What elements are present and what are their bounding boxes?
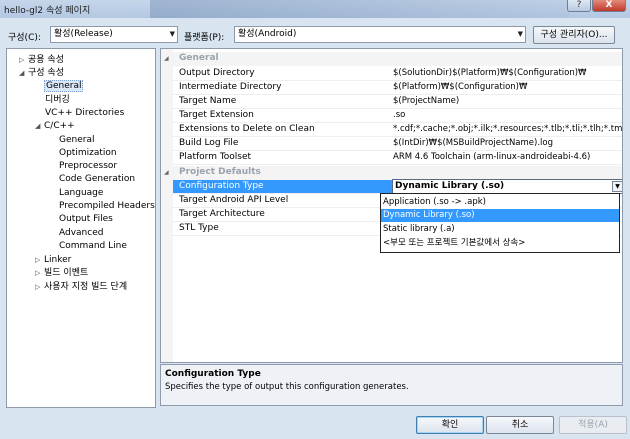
description-panel: Configuration Type Specifies the type of…	[160, 364, 623, 406]
category-project-defaults[interactable]: ◢ Project Defaults	[161, 166, 622, 180]
property-row[interactable]: Target Name $(ProjectName)	[173, 95, 622, 109]
tree-item-language[interactable]: Language	[59, 187, 103, 199]
config-select[interactable]: 활성(Release) ▼	[50, 26, 178, 43]
title-bar-background	[150, 0, 570, 18]
expand-arrow-icon[interactable]: ▷	[19, 54, 28, 66]
config-select-value: 활성(Release)	[54, 29, 113, 39]
tree-item-code-generation[interactable]: Code Generation	[59, 173, 135, 185]
configuration-type-value: Dynamic Library (.so)	[395, 181, 505, 191]
tree-item-output-files[interactable]: Output Files	[59, 213, 113, 225]
configuration-type-select[interactable]: Dynamic Library (.so) ▼	[392, 179, 622, 194]
property-row[interactable]: Extensions to Delete on Clean *.cdf;*.ca…	[173, 123, 622, 137]
collapse-icon[interactable]: ◢	[164, 55, 169, 62]
platform-label: 플랫폼(P):	[184, 33, 225, 43]
property-row[interactable]: Output Directory $(SolutionDir)$(Platfor…	[173, 67, 622, 81]
collapse-icon[interactable]: ◢	[164, 169, 169, 176]
category-title: General	[179, 53, 219, 63]
cancel-button[interactable]: 취소	[486, 416, 554, 434]
chevron-down-icon: ▼	[169, 30, 175, 38]
tree-item-cpp-general[interactable]: General	[59, 134, 94, 146]
configuration-manager-button[interactable]: 구성 관리자(O)...	[533, 26, 615, 44]
collapse-arrow-icon[interactable]: ◢	[35, 120, 44, 132]
tree-item-debugging[interactable]: 디버깅	[45, 94, 70, 106]
chevron-down-icon[interactable]: ▼	[612, 181, 622, 192]
tree-item-linker[interactable]: ▷ Linker	[35, 254, 71, 266]
tree-item-precompiled-headers[interactable]: Precompiled Headers	[59, 200, 155, 212]
property-row[interactable]: Target Extension .so	[173, 109, 622, 123]
tree-item-build-events[interactable]: ▷ 빌드 이벤트	[35, 267, 88, 279]
tree-item-preprocessor[interactable]: Preprocessor	[59, 160, 117, 172]
tree-item-vc-directories[interactable]: VC++ Directories	[45, 107, 124, 119]
category-title: Project Defaults	[179, 167, 261, 177]
dropdown-option-inherit[interactable]: <부모 또는 프로젝트 기본값에서 상속>	[381, 237, 619, 250]
grid-gutter	[161, 49, 173, 362]
property-row[interactable]: Platform Toolset ARM 4.6 Toolchain (arm-…	[173, 151, 622, 165]
tree-item-c-cpp[interactable]: ◢ C/C++	[35, 120, 75, 132]
expand-arrow-icon[interactable]: ▷	[35, 254, 44, 266]
expand-arrow-icon[interactable]: ▷	[35, 267, 44, 279]
apply-button[interactable]: 적용(A)	[559, 416, 627, 434]
property-tree: ▷ 공용 속성 ◢ 구성 속성 General 디버깅 VC++ Directori…	[6, 48, 156, 408]
platform-select[interactable]: 활성(Android) ▼	[234, 26, 526, 43]
property-row[interactable]: Build Log File $(IntDir)₩$(MSBuildProjec…	[173, 137, 622, 151]
description-title: Configuration Type	[165, 369, 261, 379]
tree-item-custom-build-step[interactable]: ▷ 사용자 지정 빌드 단계	[35, 281, 127, 293]
dropdown-option-application[interactable]: Application (.so -> .apk)	[381, 196, 619, 209]
tree-item-general[interactable]: General	[44, 80, 84, 92]
configuration-type-dropdown: Application (.so -> .apk) Dynamic Librar…	[380, 193, 620, 253]
description-text: Specifies the type of output this config…	[165, 382, 409, 392]
collapse-arrow-icon[interactable]: ◢	[19, 67, 28, 79]
configuration-toolbar: 구성(C): 활성(Release) ▼ 플랫폼(P): 활성(Android)…	[0, 24, 630, 46]
ok-button[interactable]: 확인	[416, 416, 484, 434]
tree-item-command-line[interactable]: Command Line	[59, 240, 127, 252]
close-button[interactable]: X	[592, 0, 626, 12]
tree-item-common-properties[interactable]: ▷ 공용 속성	[19, 54, 64, 66]
title-bar: hello-gl2 속성 페이지 ? X	[0, 0, 630, 18]
config-label: 구성(C):	[8, 33, 41, 43]
dropdown-option-static-library[interactable]: Static library (.a)	[381, 223, 619, 236]
help-button[interactable]: ?	[567, 0, 591, 12]
tree-item-configuration-properties[interactable]: ◢ 구성 속성	[19, 67, 64, 79]
chevron-down-icon: ▼	[517, 30, 523, 38]
category-general[interactable]: ◢ General	[161, 52, 622, 66]
platform-select-value: 활성(Android)	[238, 29, 297, 39]
property-row-configuration-type[interactable]: Configuration Type Dynamic Library (.so)…	[173, 179, 622, 194]
tree-item-advanced[interactable]: Advanced	[59, 227, 103, 239]
dropdown-option-dynamic-library[interactable]: Dynamic Library (.so)	[381, 209, 619, 222]
property-row[interactable]: Intermediate Directory $(Platform)₩$(Con…	[173, 81, 622, 95]
tree-item-optimization[interactable]: Optimization	[59, 147, 117, 159]
window-title: hello-gl2 속성 페이지	[4, 6, 91, 16]
expand-arrow-icon[interactable]: ▷	[35, 281, 44, 293]
